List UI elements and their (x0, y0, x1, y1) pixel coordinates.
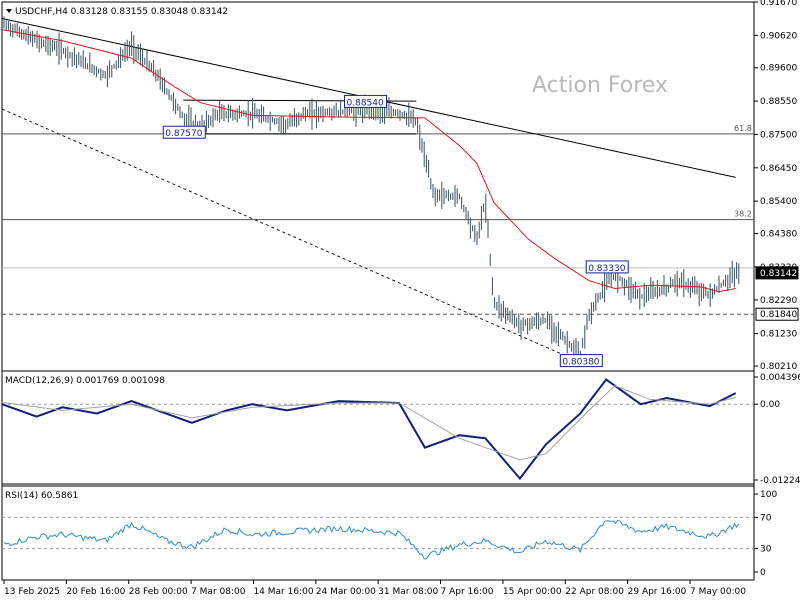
macd-title: MACD(12,26,9) 0.001769 0.001098 (5, 376, 165, 386)
macd-y-tick-label: 0.004396 (760, 373, 800, 383)
price-y-tick-label: 0.82290 (760, 296, 797, 306)
signal-line (1, 385, 736, 461)
price-y-tick-label: 0.81230 (760, 330, 797, 340)
rsi-y-tick-label: 70 (760, 513, 772, 523)
axis-price-label: 0.83142 (755, 266, 799, 280)
rsi-title: RSI(14) 60.5861 (5, 491, 78, 501)
macd-layer: MACD(12,26,9) 0.001769 0.001098 0.004396 0… (1, 373, 800, 486)
x-tick-label: 15 Apr 00:00 (503, 587, 562, 597)
forex-chart: Action Forex 61.8 38.2 0.88540 0.87570 0.83… (1, 0, 800, 597)
price-annotation-label: 0.87570 (165, 129, 202, 139)
x-tick-label: 29 Apr 16:00 (628, 587, 687, 597)
price-y-tick-label: 0.86450 (760, 164, 797, 174)
x-tick-label: 7 Apr 16:00 (441, 587, 494, 597)
price-y-tick-label: 0.90620 (760, 31, 797, 41)
x-tick-label: 7 Mar 08:00 (191, 587, 246, 597)
price-y-tick-label: 0.89600 (760, 64, 797, 74)
price-y-tick-label: 0.91670 (760, 0, 797, 8)
macd-y-tick-label: 0.00 (760, 400, 780, 410)
macd-line (1, 378, 737, 481)
header-layer: USDCHF,H4 0.83128 0.83155 0.83048 0.8314… (6, 7, 228, 17)
price-annotation-label: 0.80380 (562, 358, 599, 368)
x-tick-label: 13 Feb 2025 (4, 587, 60, 597)
price-bars-layer (3, 16, 740, 363)
x-tick-label: 31 Mar 08:00 (378, 587, 438, 597)
level-label: 38.2 (734, 210, 752, 219)
x-tick-label: 24 Mar 00:00 (316, 587, 376, 597)
price-annotation-label: 0.83330 (588, 264, 625, 274)
axis-price-label-text: 0.83142 (760, 269, 797, 279)
rsi-y-tick-label: 30 (760, 545, 772, 555)
axis-price-label: 0.81840 (755, 307, 799, 321)
symbol-line: USDCHF,H4 0.83128 0.83155 0.83048 0.8314… (15, 7, 228, 17)
x-tick-label: 14 Mar 16:00 (253, 587, 313, 597)
x-tick-label: 20 Feb 16:00 (66, 587, 125, 597)
price-annotation-label: 0.88540 (347, 98, 384, 108)
price-y-tick-label: 0.88550 (760, 97, 797, 107)
price-y-tick-label: 0.84380 (760, 230, 797, 240)
price-y-tick-label: 0.87500 (760, 130, 797, 140)
watermark: Action Forex (532, 73, 668, 98)
x-tick-label: 7 May 00:00 (690, 587, 746, 597)
rsi-layer: RSI(14) 60.5861 100 70 30 0 (2, 490, 777, 578)
price-y-tick-label: 0.80210 (760, 362, 797, 372)
x-tick-label: 28 Feb 00:00 (129, 587, 188, 597)
collapse-arrow-icon[interactable] (6, 9, 12, 13)
axis-price-label-text: 0.81840 (760, 310, 797, 320)
level-label: 61.8 (734, 124, 752, 133)
macd-y-tick-label: -0.012241 (760, 476, 800, 486)
price-y-tick-label: 0.85400 (760, 197, 797, 207)
x-tick-label: 22 Apr 08:00 (565, 587, 624, 597)
rsi-y-tick-label: 0 (760, 568, 766, 578)
rsi-y-tick-label: 100 (760, 490, 777, 500)
ticks-layer: 0.91670 0.90620 0.89600 0.88550 0.87500 0.864… (3, 0, 799, 597)
rsi-line (3, 519, 740, 560)
dashed-trendline (1, 108, 572, 359)
